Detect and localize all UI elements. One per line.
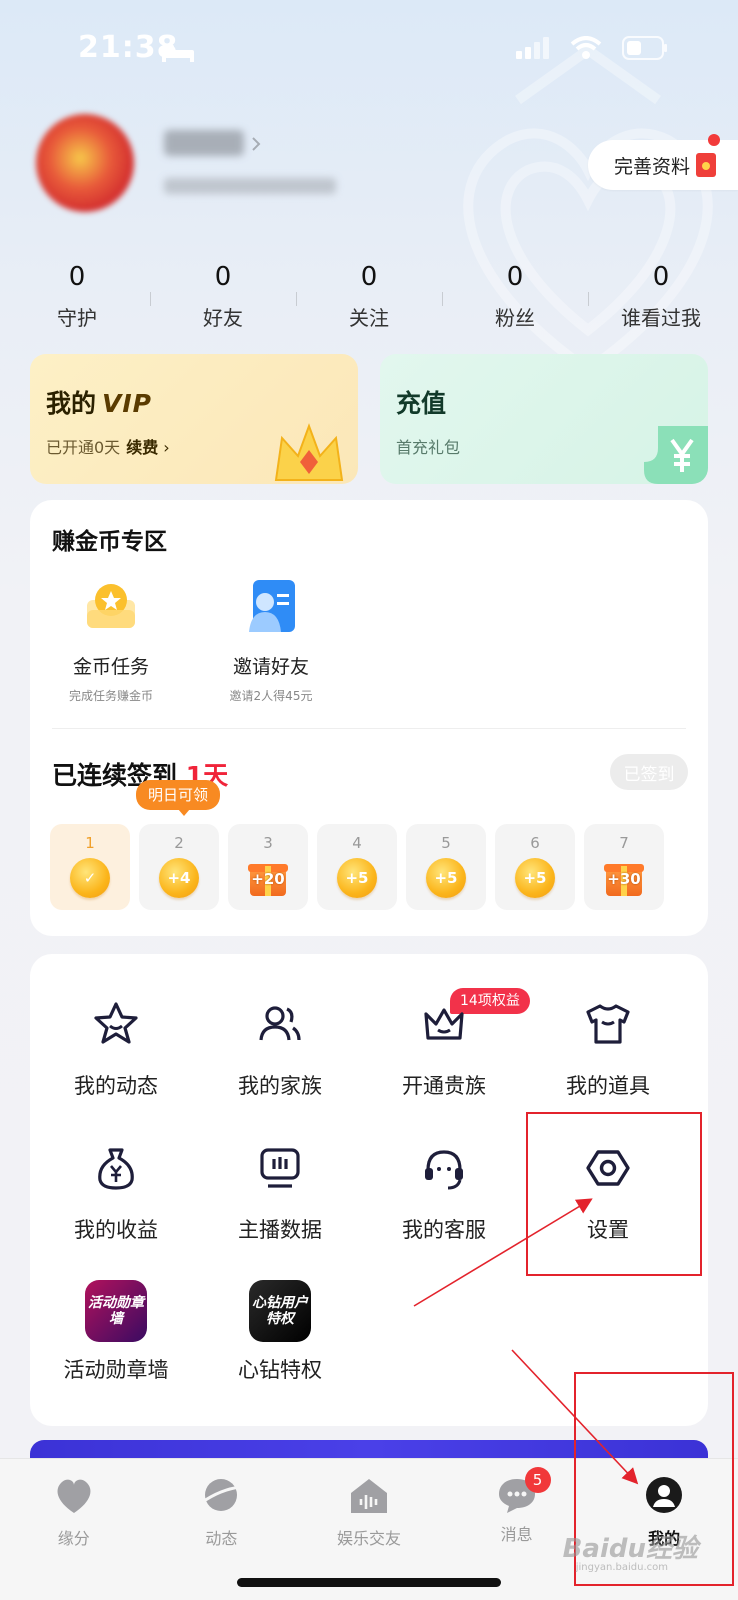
watermark: Baidu经验: [562, 1534, 698, 1564]
annotation-arrows: [413, 1198, 639, 1485]
watermark-sub: jingyan.baidu.com: [575, 1562, 668, 1573]
